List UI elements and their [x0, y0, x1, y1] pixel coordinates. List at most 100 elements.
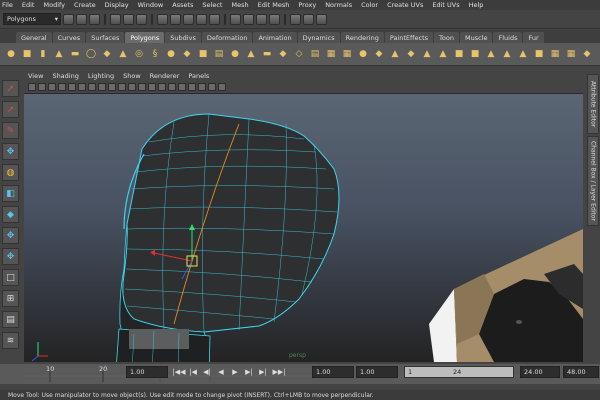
bookmark-icon[interactable]	[48, 83, 56, 91]
shelf-tab-dynamics[interactable]: Dynamics	[297, 32, 340, 43]
poly-torus-icon[interactable]: ◯	[84, 47, 98, 61]
lights-icon[interactable]	[178, 83, 186, 91]
poly-soccer-ball-icon[interactable]: ●	[164, 47, 178, 61]
checker-icon[interactable]: ▦	[548, 47, 562, 61]
chamfer-icon[interactable]: ▲	[388, 47, 402, 61]
shelf-tab-fur[interactable]: Fur	[523, 32, 544, 43]
resolution-gate-icon[interactable]	[88, 83, 96, 91]
paint-select-tool-icon[interactable]: ✎	[2, 122, 19, 139]
uv-checker-icon[interactable]: ▦	[564, 47, 578, 61]
menu-item-edit-uvs[interactable]: Edit UVs	[432, 1, 459, 9]
poly-cube-icon[interactable]: ■	[20, 47, 34, 61]
image-plane-icon[interactable]	[58, 83, 66, 91]
poly-platonic-icon[interactable]: ◆	[180, 47, 194, 61]
split-polygon-icon[interactable]: ▤	[308, 47, 322, 61]
open-scene-icon[interactable]	[76, 13, 87, 25]
select-object-icon[interactable]	[123, 13, 134, 25]
menu-item-color[interactable]: Color	[361, 1, 378, 9]
poly-cylinder-icon[interactable]: ▮	[36, 47, 50, 61]
panel-menu-panels[interactable]: Panels	[188, 72, 209, 80]
planar-mapping-icon[interactable]: ◆	[580, 47, 594, 61]
insert-edge-loop-icon[interactable]: ▦	[324, 47, 338, 61]
shelf-tab-surfaces[interactable]: Surfaces	[86, 32, 125, 43]
safe-title-icon[interactable]	[128, 83, 136, 91]
collapse-icon[interactable]: ◆	[372, 47, 386, 61]
merge-vertices-icon[interactable]: ●	[356, 47, 370, 61]
shelf-tab-fluids[interactable]: Fluids	[493, 32, 523, 43]
perspective-viewport[interactable]: persp	[24, 94, 583, 362]
poly-sphere-icon[interactable]: ●	[4, 47, 18, 61]
channel-box-tab[interactable]: Channel Box / Layer Editor	[587, 136, 599, 226]
save-scene-icon[interactable]	[89, 13, 100, 25]
snap-plane-icon[interactable]	[196, 13, 207, 25]
snap-grid-icon[interactable]	[157, 13, 168, 25]
poly-pipe-icon[interactable]: ◎	[132, 47, 146, 61]
shelf-tab-rendering[interactable]: Rendering	[340, 32, 384, 43]
four-view-layout-icon[interactable]: ⊞	[2, 290, 19, 307]
bridge-icon[interactable]: ▬	[260, 47, 274, 61]
graph-editor-layout-icon[interactable]: ≋	[2, 332, 19, 349]
select-tool-icon[interactable]: ➚	[2, 80, 19, 97]
extrude-icon[interactable]: ▲	[244, 47, 258, 61]
menu-item-modify[interactable]: Modify	[43, 1, 65, 9]
outliner-layout-icon[interactable]: ▤	[2, 311, 19, 328]
poke-face-icon[interactable]: ▲	[420, 47, 434, 61]
play-backwards-button[interactable]: ◀	[214, 366, 228, 378]
render-settings-icon[interactable]	[269, 13, 280, 25]
show-channel-box-icon[interactable]	[316, 13, 327, 25]
menu-set-selector[interactable]: Polygons ▾	[3, 13, 61, 25]
menu-item-window[interactable]: Window	[138, 1, 164, 9]
grid-icon[interactable]	[68, 83, 76, 91]
shelf-tab-deformation[interactable]: Deformation	[201, 32, 253, 43]
select-hierarchy-icon[interactable]	[110, 13, 121, 25]
range-slider[interactable]: 1 24	[404, 366, 514, 378]
move-tool-icon[interactable]: ✥	[2, 143, 19, 160]
select-component-icon[interactable]	[136, 13, 147, 25]
play-forwards-button[interactable]: ▶	[228, 366, 242, 378]
start-range-field[interactable]: 1.00	[356, 366, 398, 378]
camera-select-icon[interactable]	[28, 83, 36, 91]
history-icon[interactable]	[230, 13, 241, 25]
lasso-tool-icon[interactable]: ➚	[2, 101, 19, 118]
rotate-tool-icon[interactable]: ◍	[2, 164, 19, 181]
shelf-tab-muscle[interactable]: Muscle	[459, 32, 493, 43]
manipulator-tool-icon[interactable]: ◆	[2, 206, 19, 223]
snap-curve-icon[interactable]	[170, 13, 181, 25]
gate-mask-icon[interactable]	[98, 83, 106, 91]
attribute-editor-tab[interactable]: Attribute Editor	[587, 74, 599, 134]
shelf-tab-curves[interactable]: Curves	[52, 32, 86, 43]
safe-action-icon[interactable]	[118, 83, 126, 91]
menu-item-edit-mesh[interactable]: Edit Mesh	[258, 1, 290, 9]
menu-item-select[interactable]: Select	[202, 1, 222, 9]
field-chart-icon[interactable]	[108, 83, 116, 91]
menu-item-create[interactable]: Create	[74, 1, 96, 9]
shelf-tab-polygons[interactable]: Polygons	[125, 32, 165, 43]
ipr-render-icon[interactable]	[256, 13, 267, 25]
single-perspective-layout-icon[interactable]: □	[2, 269, 19, 286]
menu-item-proxy[interactable]: Proxy	[298, 1, 316, 9]
panel-menu-shading[interactable]: Shading	[52, 72, 78, 80]
start-time-field[interactable]: 1.00	[312, 366, 354, 378]
quadrangulate-icon[interactable]: ■	[532, 47, 546, 61]
scale-tool-icon[interactable]: ◧	[2, 185, 19, 202]
shelf-tab-toon[interactable]: Toon	[434, 32, 459, 43]
bevel-icon[interactable]: ◆	[404, 47, 418, 61]
shelf-tab-animation[interactable]: Animation	[253, 32, 297, 43]
show-attribute-editor-icon[interactable]	[290, 13, 301, 25]
menu-item-normals[interactable]: Normals	[325, 1, 352, 9]
combine-icon[interactable]: ■	[196, 47, 210, 61]
new-scene-icon[interactable]	[63, 13, 74, 25]
last-tool-icon[interactable]: ✥	[2, 248, 19, 265]
shelf-tab-subdivs[interactable]: Subdivs	[165, 32, 201, 43]
show-tool-settings-icon[interactable]	[303, 13, 314, 25]
menu-item-mesh[interactable]: Mesh	[231, 1, 248, 9]
duplicate-face-icon[interactable]: ■	[452, 47, 466, 61]
poly-helix-icon[interactable]: §	[148, 47, 162, 61]
menu-item-create-uvs[interactable]: Create UVs	[387, 1, 423, 9]
menu-item-display[interactable]: Display	[105, 1, 129, 9]
textured-icon[interactable]	[168, 83, 176, 91]
poly-pyramid-icon[interactable]: ▲	[116, 47, 130, 61]
wireframe-on-shaded-icon[interactable]	[158, 83, 166, 91]
go-to-end-button[interactable]: ▶▶|	[272, 366, 286, 378]
mirror-icon[interactable]: ▲	[484, 47, 498, 61]
